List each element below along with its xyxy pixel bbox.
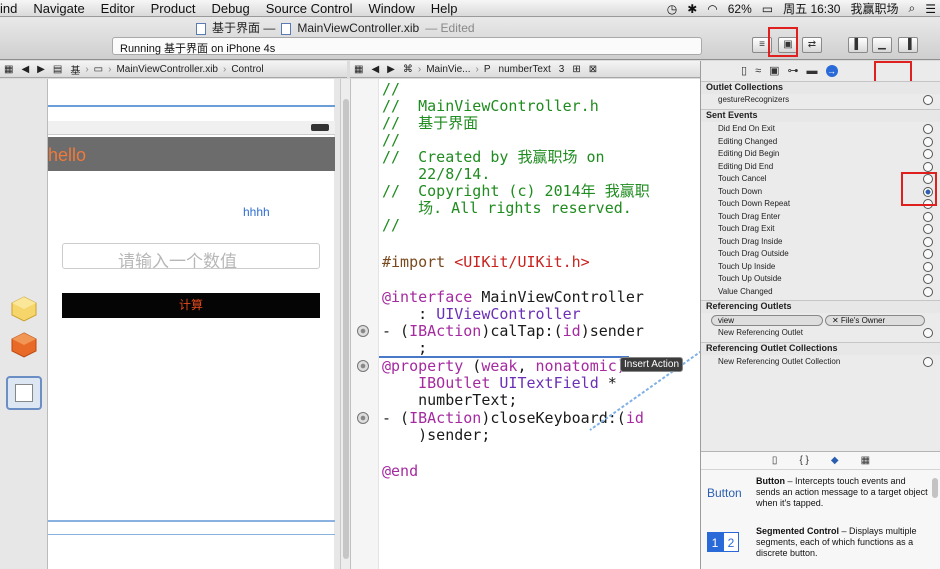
object-library-icon[interactable]: ◆	[831, 455, 839, 466]
event-label: Touch Drag Enter	[718, 211, 781, 221]
event-row: Did End On Exit	[701, 123, 940, 135]
connection-circle-icon[interactable]	[923, 357, 933, 367]
code-snippet-icon[interactable]: { }	[799, 455, 808, 466]
sent-events-header: Sent Events	[701, 109, 940, 122]
new-referencing-outlet-row: New Referencing Outlet	[701, 327, 940, 339]
event-label: Touch Drag Inside	[718, 236, 783, 246]
new-ref-collection-label: New Referencing Outlet Collection	[718, 357, 841, 366]
event-row: Touch Drag Inside	[701, 236, 940, 248]
event-label: Touch Drag Outside	[718, 249, 789, 258]
connections-inspector: ▯ ≈ ▣ ⊶ ▬ → Outlet Collections gestureRe…	[700, 61, 940, 569]
connection-circle-icon[interactable]	[923, 274, 933, 284]
event-label: Value Changed	[718, 286, 773, 296]
library-tabs: ▯ { } ◆ ▦	[701, 452, 940, 470]
ref-outlet-owner-pill[interactable]: ✕ File's Owner	[825, 315, 925, 326]
ref-outlet-view-pill[interactable]: view	[711, 315, 823, 326]
event-label: Editing Did Begin	[718, 149, 780, 158]
event-label: Touch Up Outside	[718, 274, 782, 283]
library-item-segmented-control[interactable]: 1 2 Segmented Control – Displays multipl…	[701, 526, 929, 566]
event-row: Touch Drag Outside	[701, 248, 940, 260]
ref-outlet-collections-header: Referencing Outlet Collections	[701, 342, 940, 355]
size-inspector-icon[interactable]: ▬	[807, 65, 818, 77]
event-label: Editing Changed	[718, 136, 778, 146]
library-item-text: Button – Intercepts touch events and sen…	[756, 476, 928, 509]
event-label: Touch Down Repeat	[718, 199, 791, 208]
insert-action-tooltip: Insert Action	[620, 357, 684, 372]
connection-circle-icon[interactable]	[923, 249, 933, 259]
connection-circle-icon[interactable]	[923, 124, 933, 134]
segment-two: 2	[723, 532, 739, 552]
event-label: Touch Down	[718, 186, 763, 196]
event-row: Editing Did End	[701, 161, 940, 173]
connection-circle-icon[interactable]	[923, 95, 933, 105]
new-ref-collection-row: New Referencing Outlet Collection	[701, 356, 940, 368]
library-item-button[interactable]: Button Button – Intercepts touch events …	[701, 476, 929, 514]
event-label: Touch Up Inside	[718, 261, 776, 271]
event-row: Touch Up Outside	[701, 273, 940, 285]
quick-help-icon[interactable]: ≈	[755, 65, 761, 77]
outlet-collections-header: Outlet Collections	[701, 81, 940, 94]
library-item-title: Segmented Control	[756, 526, 840, 536]
attributes-inspector-icon[interactable]: ⊶	[788, 64, 799, 77]
connection-circle-icon[interactable]	[923, 261, 933, 272]
event-row: Touch Up Inside	[701, 261, 940, 273]
segment-one: 1	[707, 532, 723, 552]
object-library: ▯ { } ◆ ▦ Button Button – Intercepts tou…	[701, 451, 940, 569]
event-row: Touch Drag Exit	[701, 223, 940, 235]
file-inspector-icon[interactable]: ▯	[741, 64, 747, 77]
identity-inspector-icon[interactable]: ▣	[769, 64, 779, 77]
library-scroll-thumb[interactable]	[932, 478, 938, 498]
event-label: Editing Did End	[718, 161, 774, 171]
file-template-icon[interactable]: ▯	[772, 455, 778, 466]
connection-circle-icon[interactable]	[923, 211, 933, 222]
referencing-outlets-header: Referencing Outlets	[701, 300, 940, 313]
connection-circle-icon[interactable]	[923, 149, 933, 159]
highlight-box-touch-down	[901, 172, 937, 206]
library-item-title: Button	[756, 476, 785, 486]
media-library-icon[interactable]: ▦	[861, 455, 870, 466]
connections-inspector-icon[interactable]: →	[825, 64, 838, 77]
connection-circle-icon[interactable]	[923, 224, 933, 234]
connection-circle-icon[interactable]	[923, 286, 933, 297]
event-row: Touch Drag Enter	[701, 211, 940, 223]
event-label: Touch Cancel	[718, 174, 767, 183]
library-item-text: Segmented Control – Displays multiple se…	[756, 526, 928, 559]
connection-circle-icon[interactable]	[923, 136, 933, 147]
new-ref-outlet-label: New Referencing Outlet	[718, 328, 803, 337]
connection-circle-icon[interactable]	[923, 236, 933, 247]
event-row: Editing Did Begin	[701, 148, 940, 160]
event-row: Value Changed	[701, 286, 940, 298]
gesture-label: gestureRecognizers	[718, 95, 790, 104]
event-row: Editing Changed	[701, 136, 940, 148]
event-label: Did End On Exit	[718, 124, 775, 133]
event-label: Touch Drag Exit	[718, 224, 775, 233]
connection-circle-icon[interactable]	[923, 161, 933, 172]
button-sample-label: Button	[707, 486, 742, 500]
segmented-sample-icon: 1 2	[707, 532, 739, 552]
connection-circle-icon[interactable]	[923, 328, 933, 338]
gesture-recognizers-row: gestureRecognizers	[701, 94, 940, 106]
